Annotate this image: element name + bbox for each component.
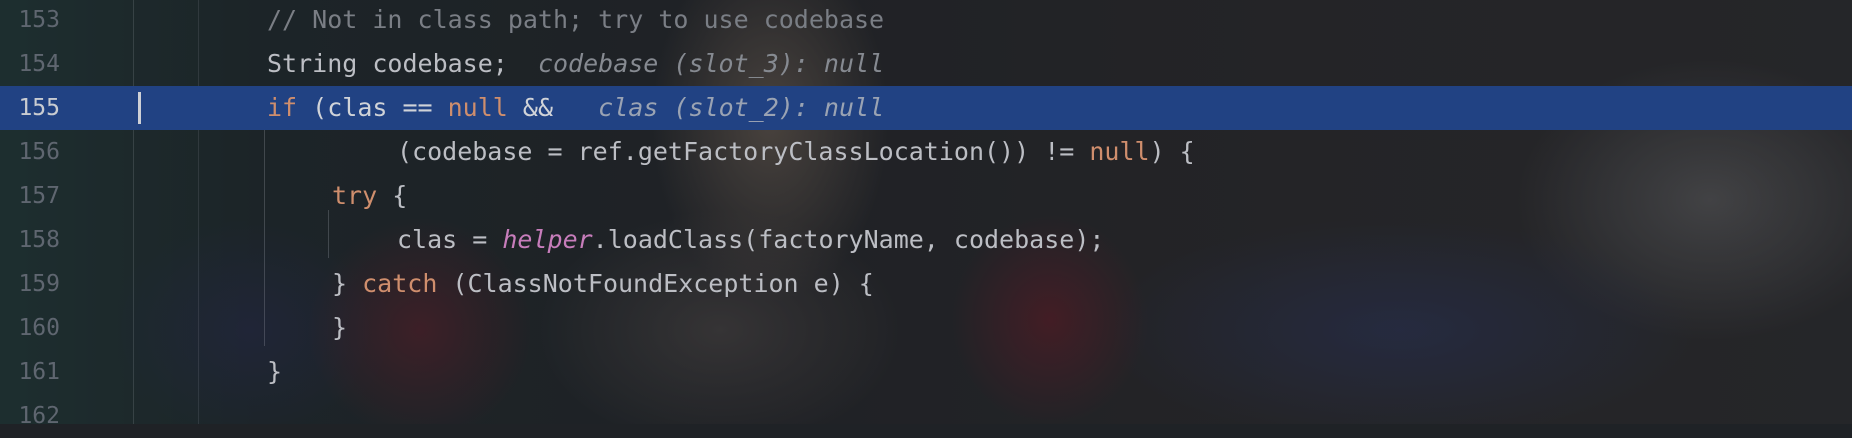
code-token: (codebase = ref.getFactoryClassLocation(… bbox=[397, 137, 1090, 166]
keyword-token: catch bbox=[362, 269, 438, 298]
code-token: } bbox=[332, 269, 363, 298]
code-text[interactable]: String codebase; codebase (slot_3): null bbox=[267, 42, 884, 86]
code-text[interactable]: } catch (ClassNotFoundException e) { bbox=[332, 262, 874, 306]
code-token: (clas == bbox=[297, 93, 448, 122]
code-token: ) { bbox=[1149, 137, 1195, 166]
keyword-token: null bbox=[447, 93, 508, 122]
code-text[interactable]: if (clas == null && clas (slot_2): null bbox=[267, 86, 884, 130]
inline-debug-value-hint: clas (slot_2): null bbox=[598, 93, 885, 122]
code-line[interactable]: 160} bbox=[0, 306, 1852, 350]
code-token: String codebase; bbox=[267, 49, 508, 78]
code-text[interactable]: // Not in class path; try to use codebas… bbox=[267, 0, 884, 42]
code-line[interactable]: 158 clas = helper.loadClass(factoryName, … bbox=[0, 218, 1852, 262]
code-text[interactable]: try { bbox=[332, 174, 407, 218]
line-number[interactable]: 155 bbox=[0, 86, 60, 130]
code-text[interactable]: clas = helper.loadClass(factoryName, cod… bbox=[397, 218, 1104, 262]
code-token: .loadClass(factoryName, codebase); bbox=[592, 225, 1105, 254]
code-line[interactable]: 154 String codebase; codebase (slot_3): n… bbox=[0, 42, 1852, 86]
code-token: } bbox=[267, 357, 283, 386]
keyword-token: null bbox=[1089, 137, 1150, 166]
code-line[interactable]: 156 (codebase = ref.getFactoryClassLocati… bbox=[0, 130, 1852, 174]
code-token: clas = bbox=[397, 225, 503, 254]
code-token: { bbox=[377, 181, 408, 210]
line-number[interactable]: 154 bbox=[0, 42, 60, 86]
line-number[interactable]: 160 bbox=[0, 306, 60, 350]
comment-token: // Not in class path; try to use codebas… bbox=[267, 5, 885, 34]
keyword-token: if bbox=[267, 93, 298, 122]
code-line[interactable]: 153 // Not in class path; try to use code… bbox=[0, 0, 1852, 42]
line-number[interactable]: 156 bbox=[0, 130, 60, 174]
line-number[interactable]: 161 bbox=[0, 350, 60, 394]
line-number[interactable]: 157 bbox=[0, 174, 60, 218]
field-token: helper bbox=[502, 225, 593, 254]
code-token: } bbox=[332, 313, 348, 342]
code-text[interactable]: } bbox=[332, 306, 347, 350]
code-text[interactable]: (codebase = ref.getFactoryClassLocation(… bbox=[397, 130, 1195, 174]
line-number[interactable]: 158 bbox=[0, 218, 60, 262]
code-line[interactable]: 161} bbox=[0, 350, 1852, 394]
code-line-current[interactable]: 155 if (clas == null && clas (slot_2): nu… bbox=[0, 86, 1852, 130]
keyword-token: try bbox=[332, 181, 378, 210]
code-token: && bbox=[507, 93, 553, 122]
code-line[interactable]: 159} catch (ClassNotFoundException e) { bbox=[0, 262, 1852, 306]
line-number[interactable]: 159 bbox=[0, 262, 60, 306]
code-line[interactable]: 162 bbox=[0, 394, 1852, 438]
text-caret bbox=[138, 92, 141, 124]
code-text[interactable]: } bbox=[267, 350, 282, 394]
line-number[interactable]: 162 bbox=[0, 394, 60, 438]
line-number[interactable]: 153 bbox=[0, 0, 60, 42]
inline-debug-value-hint: codebase (slot_3): null bbox=[537, 49, 885, 78]
code-token: (ClassNotFoundException e) { bbox=[437, 269, 874, 298]
code-line[interactable]: 157 try { bbox=[0, 174, 1852, 218]
